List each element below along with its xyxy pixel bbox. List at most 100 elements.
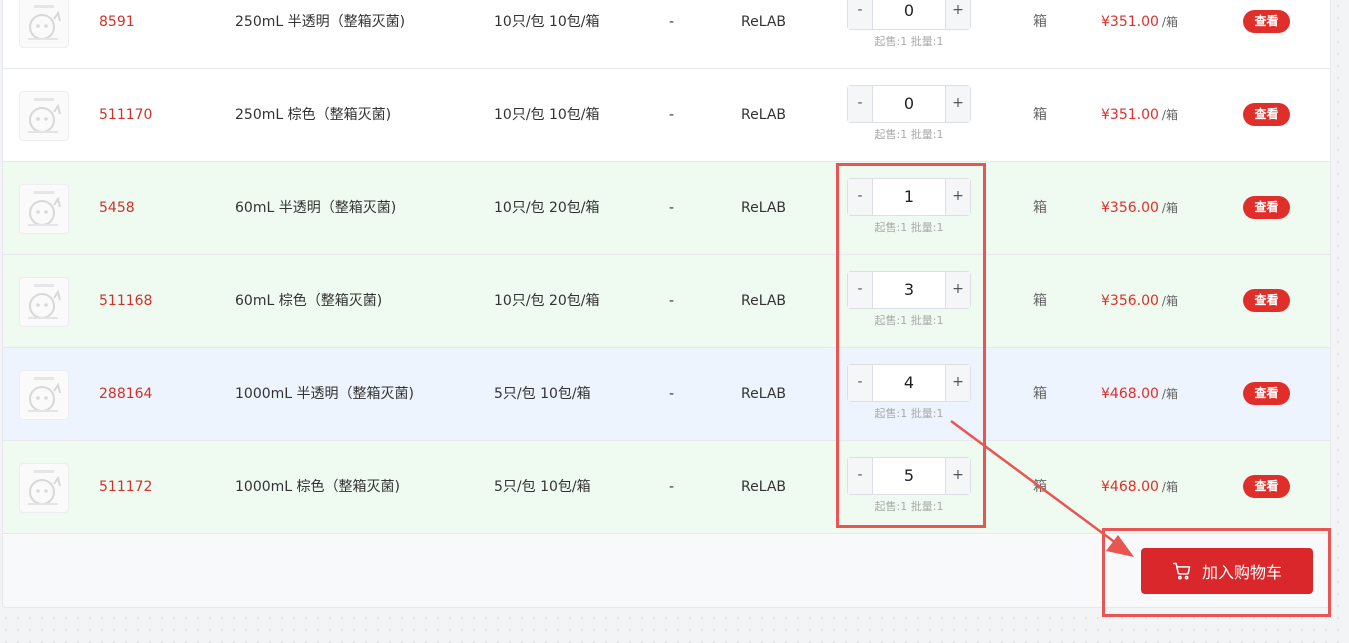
product-spec: - [669,479,675,495]
product-name: 1000mL 棕色（整箱灭菌) [235,479,400,495]
price-value: ¥351.00 [1101,14,1159,30]
product-table: 8591 250mL 半透明（整箱灭菌) 10只/包 10包/箱 - ReLAB -0 + 起… [2,0,1331,608]
product-thumbnail[interactable] [19,184,69,234]
add-to-cart-button[interactable]: 加入购物车 [1141,548,1313,594]
decrement-button[interactable]: - [848,365,873,401]
quantity-stepper: -3 + [847,271,971,309]
decrement-button[interactable]: - [848,272,873,308]
product-brand: ReLAB [741,107,787,123]
table-row: 5458 60mL 半透明（整箱灭菌) 10只/包 20包/箱 - ReLAB -1 + 起售… [3,162,1330,255]
table-row: 288164 1000mL 半透明（整箱灭菌) 5只/包 10包/箱 - ReLAB -4… [3,348,1330,441]
product-thumbnail[interactable] [19,0,69,48]
product-brand: ReLAB [741,14,787,30]
price-value: ¥356.00 [1101,293,1159,309]
price-per-unit: /箱 [1161,480,1178,494]
product-price: ¥356.00/箱 [1101,162,1178,254]
table-row: 511170 250mL 棕色（整箱灭菌) 10只/包 10包/箱 - ReLAB -0 +… [3,69,1330,162]
price-per-unit: /箱 [1161,108,1178,122]
increment-button[interactable]: + [945,365,970,401]
view-button[interactable]: 查看 [1243,289,1290,312]
price-per-unit: /箱 [1161,201,1178,215]
product-unit: 箱 [1033,293,1047,309]
product-price: ¥356.00/箱 [1101,255,1178,347]
view-button[interactable]: 查看 [1243,475,1290,498]
shopping-cart-icon [1172,562,1191,580]
increment-button[interactable]: + [945,86,970,122]
product-packaging: 5只/包 10包/箱 [494,479,591,495]
product-unit: 箱 [1033,200,1047,216]
quantity-stepper: -1 + [847,178,971,216]
price-per-unit: /箱 [1161,387,1178,401]
product-spec: - [669,200,675,216]
order-rule-hint: 起售:1 批量:1 [874,221,944,234]
product-name: 60mL 棕色（整箱灭菌) [235,293,383,309]
product-packaging: 10只/包 20包/箱 [494,200,600,216]
increment-button[interactable]: + [945,0,970,29]
increment-button[interactable]: + [945,272,970,308]
product-code-link[interactable]: 5458 [99,162,135,254]
product-unit: 箱 [1033,386,1047,402]
quantity-stepper: -0 + [847,85,971,123]
product-spec: - [669,293,675,309]
decrement-button[interactable]: - [848,0,873,29]
price-per-unit: /箱 [1161,15,1178,29]
product-spec: - [669,386,675,402]
product-name: 60mL 半透明（整箱灭菌) [235,200,397,216]
quantity-stepper: -5 + [847,457,971,495]
product-thumbnail[interactable] [19,91,69,141]
order-rule-hint: 起售:1 批量:1 [874,500,944,513]
product-price: ¥468.00/箱 [1101,348,1178,440]
table-row: 511172 1000mL 棕色（整箱灭菌) 5只/包 10包/箱 - ReLAB -5 +… [3,441,1330,534]
quantity-input[interactable]: 0 [873,0,945,29]
order-rule-hint: 起售:1 批量:1 [874,314,944,327]
product-code-link[interactable]: 288164 [99,348,152,440]
increment-button[interactable]: + [945,179,970,215]
product-price: ¥351.00/箱 [1101,69,1178,161]
product-thumbnail[interactable] [19,277,69,327]
product-code-link[interactable]: 8591 [99,0,135,68]
product-spec: - [669,14,675,30]
price-value: ¥468.00 [1101,386,1159,402]
view-button[interactable]: 查看 [1243,10,1290,33]
table-footer [3,535,1330,607]
quantity-input[interactable]: 5 [873,458,945,494]
decrement-button[interactable]: - [848,458,873,494]
product-price: ¥351.00/箱 [1101,0,1178,68]
quantity-input[interactable]: 3 [873,272,945,308]
product-thumbnail[interactable] [19,463,69,513]
add-to-cart-label: 加入购物车 [1201,563,1282,582]
order-rule-hint: 起售:1 批量:1 [874,128,944,141]
product-thumbnail[interactable] [19,370,69,420]
product-unit: 箱 [1033,479,1047,495]
product-brand: ReLAB [741,479,787,495]
quantity-input[interactable]: 1 [873,179,945,215]
product-packaging: 10只/包 10包/箱 [494,107,600,123]
product-price: ¥468.00/箱 [1101,441,1178,533]
quantity-stepper: -0 + [847,0,971,30]
decrement-button[interactable]: - [848,86,873,122]
quantity-input[interactable]: 0 [873,86,945,122]
price-value: ¥351.00 [1101,107,1159,123]
product-code-link[interactable]: 511172 [99,441,152,533]
increment-button[interactable]: + [945,458,970,494]
price-value: ¥356.00 [1101,200,1159,216]
quantity-stepper: -4 + [847,364,971,402]
product-code-link[interactable]: 511170 [99,69,152,161]
view-button[interactable]: 查看 [1243,382,1290,405]
price-per-unit: /箱 [1161,294,1178,308]
product-unit: 箱 [1033,107,1047,123]
product-packaging: 10只/包 10包/箱 [494,14,600,30]
product-brand: ReLAB [741,293,787,309]
product-code-link[interactable]: 511168 [99,255,152,347]
product-packaging: 5只/包 10包/箱 [494,386,591,402]
decrement-button[interactable]: - [848,179,873,215]
product-packaging: 10只/包 20包/箱 [494,293,600,309]
product-name: 250mL 半透明（整箱灭菌) [235,14,406,30]
order-rule-hint: 起售:1 批量:1 [874,407,944,420]
product-spec: - [669,107,675,123]
product-unit: 箱 [1033,14,1047,30]
view-button[interactable]: 查看 [1243,103,1290,126]
quantity-input[interactable]: 4 [873,365,945,401]
product-brand: ReLAB [741,200,787,216]
view-button[interactable]: 查看 [1243,196,1290,219]
